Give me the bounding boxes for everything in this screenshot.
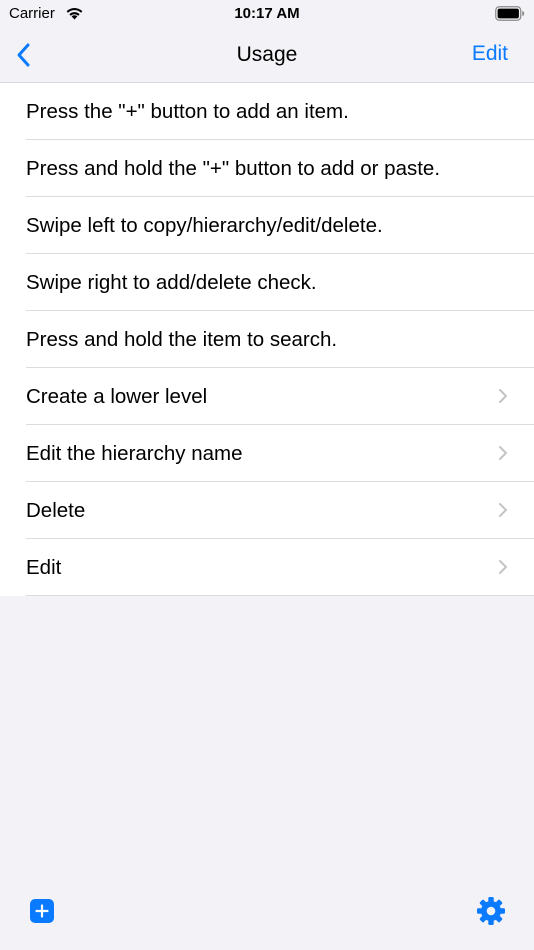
settings-button[interactable] [476, 896, 506, 926]
list-item[interactable]: Press and hold the "+" button to add or … [0, 140, 534, 197]
chevron-right-icon [499, 446, 507, 460]
back-button[interactable] [12, 40, 40, 70]
list-item-delete[interactable]: Delete [0, 482, 534, 539]
chevron-left-icon [17, 43, 30, 67]
list-item-label: Delete [26, 498, 86, 522]
list-item[interactable]: Press the "+" button to add an item. [0, 83, 534, 140]
list-item-label: Edit [26, 555, 62, 579]
list-item-edit-hierarchy-name[interactable]: Edit the hierarchy name [0, 425, 534, 482]
usage-list: Press the "+" button to add an item. Pre… [0, 83, 534, 596]
list-item[interactable]: Swipe right to add/delete check. [0, 254, 534, 311]
chevron-right-icon [499, 503, 507, 517]
battery-icon [495, 6, 525, 21]
bottom-toolbar [0, 890, 534, 950]
chevron-right-icon [499, 389, 507, 403]
chevron-right-icon [499, 560, 507, 574]
plus-icon [35, 904, 49, 918]
list-item-label: Create a lower level [26, 384, 208, 408]
add-button[interactable] [30, 899, 54, 923]
gear-icon [477, 897, 505, 925]
list-item-label: Press the "+" button to add an item. [26, 99, 349, 123]
list-item-label: Press and hold the item to search. [26, 327, 338, 351]
list-item-label: Swipe right to add/delete check. [26, 270, 317, 294]
list-item-label: Swipe left to copy/hierarchy/edit/delete… [26, 213, 383, 237]
list-item-edit[interactable]: Edit [0, 539, 534, 596]
navigation-bar: Usage Edit [0, 30, 534, 83]
edit-button[interactable]: Edit [472, 42, 508, 66]
list-item-label: Press and hold the "+" button to add or … [26, 156, 441, 180]
status-time: 10:17 AM [234, 5, 300, 22]
list-item-create-lower-level[interactable]: Create a lower level [0, 368, 534, 425]
list-item[interactable]: Swipe left to copy/hierarchy/edit/delete… [0, 197, 534, 254]
list-item[interactable]: Press and hold the item to search. [0, 311, 534, 368]
status-bar: Carrier 10:17 AM [0, 0, 534, 30]
page-title: Usage [236, 43, 298, 66]
list-item-label: Edit the hierarchy name [26, 441, 243, 465]
